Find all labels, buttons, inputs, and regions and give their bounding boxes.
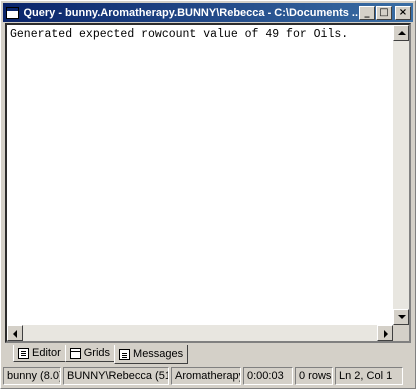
status-bar: bunny (8.0) BUNNY\Rebecca (51) Aromather… bbox=[3, 367, 413, 386]
status-user: BUNNY\Rebecca (51) bbox=[63, 367, 169, 385]
scroll-right-button[interactable] bbox=[377, 325, 393, 341]
grid-icon bbox=[69, 347, 81, 359]
status-position: Ln 2, Col 1 bbox=[335, 367, 403, 385]
pane-tabs: Editor Grids Messages bbox=[13, 345, 189, 364]
arrow-left-icon bbox=[13, 330, 17, 338]
window-controls: _ □ × bbox=[358, 5, 411, 20]
tab-grids-label: Grids bbox=[83, 347, 111, 359]
tab-messages[interactable]: Messages bbox=[114, 345, 189, 364]
tab-editor-label: Editor bbox=[32, 347, 61, 359]
vertical-scrollbar[interactable] bbox=[393, 25, 409, 325]
title-bar[interactable]: Query - bunny.Aromatherapy.BUNNY\Rebecca… bbox=[3, 3, 413, 22]
horizontal-scrollbar[interactable] bbox=[7, 325, 393, 341]
status-server: bunny (8.0) bbox=[3, 367, 61, 385]
scroll-down-button[interactable] bbox=[393, 309, 409, 325]
query-window: Query - bunny.Aromatherapy.BUNNY\Rebecca… bbox=[0, 0, 416, 389]
editor-icon bbox=[18, 347, 29, 359]
messages-icon bbox=[119, 348, 131, 360]
scroll-up-button[interactable] bbox=[393, 25, 409, 41]
messages-pane[interactable]: Generated expected rowcount value of 49 … bbox=[5, 23, 411, 343]
tab-editor[interactable]: Editor bbox=[13, 345, 66, 362]
arrow-up-icon bbox=[398, 31, 406, 35]
scroll-left-button[interactable] bbox=[7, 325, 23, 341]
tab-grids[interactable]: Grids bbox=[64, 345, 116, 362]
status-database: Aromatherapy bbox=[171, 367, 241, 385]
result-message: Generated expected rowcount value of 49 … bbox=[10, 28, 349, 41]
status-elapsed: 0:00:03 bbox=[243, 367, 293, 385]
arrow-down-icon bbox=[398, 315, 406, 319]
tab-messages-label: Messages bbox=[133, 348, 184, 360]
scrollbar-corner bbox=[393, 325, 409, 341]
arrow-right-icon bbox=[384, 330, 388, 338]
close-button[interactable]: × bbox=[395, 5, 411, 20]
window-title: Query - bunny.Aromatherapy.BUNNY\Rebecca… bbox=[23, 6, 358, 19]
status-rows: 0 rows bbox=[295, 367, 333, 385]
minimize-button[interactable]: _ bbox=[359, 5, 375, 20]
maximize-button[interactable]: □ bbox=[376, 5, 392, 20]
query-window-icon[interactable] bbox=[6, 6, 20, 19]
